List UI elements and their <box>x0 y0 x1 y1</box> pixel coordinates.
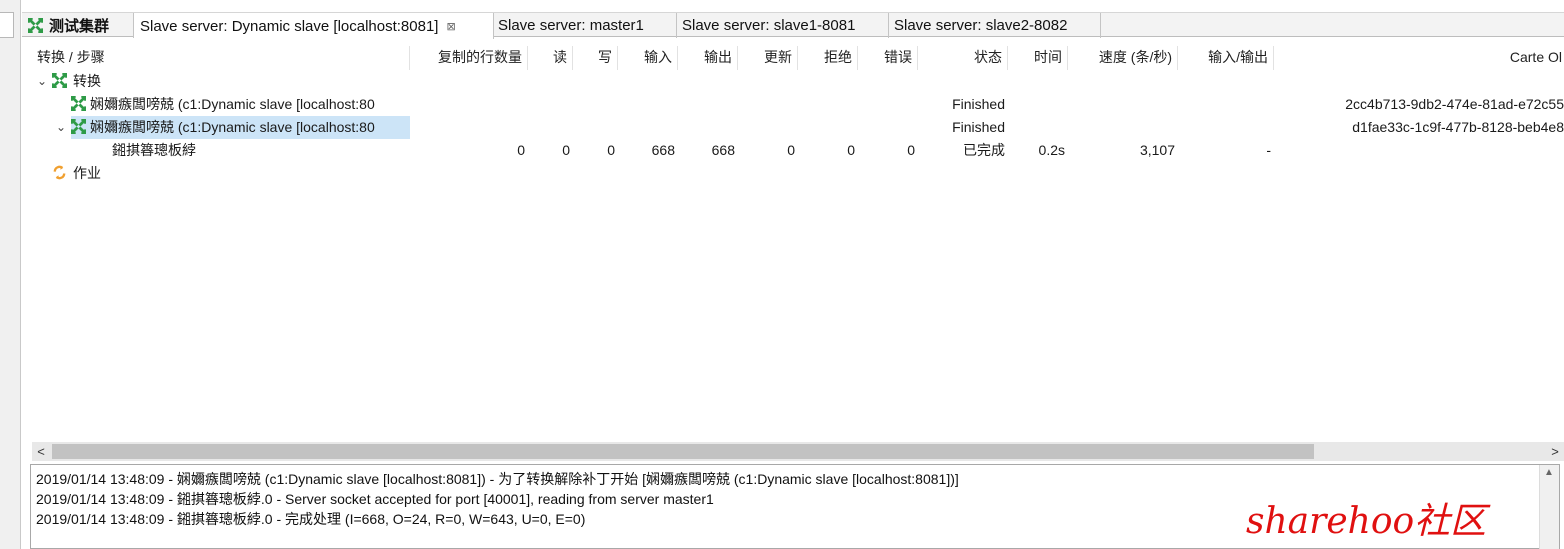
column-header-rejected[interactable]: 拒绝 <box>798 46 858 70</box>
column-header-name[interactable]: 转换 / 步骤 <box>37 46 410 70</box>
chevron-down-icon[interactable]: ⌄ <box>56 116 66 139</box>
log-line: 2019/01/14 13:48:09 - 娴嬭瘯闆嗙兢 (c1:Dynamic… <box>36 471 959 487</box>
input-cell: 668 <box>651 142 675 158</box>
carte-id-cell: d1fae33c-1c9f-477b-8128-beb4e8 <box>1352 119 1564 135</box>
tab-label: Slave server: slave1-8081 <box>682 17 856 34</box>
tree-node: 娴嬭瘯闆嗙兢 (c1:Dynamic slave [localhost:80 <box>71 93 410 116</box>
transformation-icon <box>71 95 87 112</box>
tab-slave1[interactable]: Slave server: slave1-8081 <box>677 13 889 38</box>
io-cell: - <box>1266 142 1271 158</box>
output-cell: 668 <box>711 142 735 158</box>
copies-cell: 0 <box>517 142 525 158</box>
tree-node: 转换 <box>52 70 101 93</box>
tree-row-transformation[interactable]: ⌄ 娴嬭瘯闆嗙兢 (c1:Dynamic slave [localhost:80… <box>32 116 1564 139</box>
transformation-icon <box>71 118 87 135</box>
column-header-input[interactable]: 输入 <box>618 46 678 70</box>
scrollbar-thumb[interactable] <box>52 444 1314 459</box>
step-name: 鎺掑簭璁板綍 <box>112 142 196 158</box>
column-header-copies[interactable]: 复制的行数量 <box>410 46 528 70</box>
left-panel-edge <box>0 0 21 549</box>
tab-label: Slave server: master1 <box>498 17 644 34</box>
column-header-update[interactable]: 更新 <box>738 46 798 70</box>
tab-slave2[interactable]: Slave server: slave2-8082 <box>889 13 1101 38</box>
scroll-left-icon[interactable]: < <box>32 442 50 461</box>
chevron-down-icon[interactable]: ⌄ <box>37 70 47 93</box>
time-cell: 0.2s <box>1038 142 1065 158</box>
errors-cell: 0 <box>907 142 915 158</box>
update-cell: 0 <box>787 142 795 158</box>
status-cell: Finished <box>952 119 1005 135</box>
column-header-carte[interactable]: Carte Ol <box>1274 46 1564 70</box>
column-header-time[interactable]: 时间 <box>1008 46 1068 70</box>
status-cell: 已完成 <box>963 142 1005 158</box>
log-line: 2019/01/14 13:48:09 - 鎺掑簭璁板綍.0 - Server … <box>36 491 714 507</box>
transformation-icon <box>52 72 68 89</box>
column-header-status[interactable]: 状态 <box>918 46 1008 70</box>
tab-cluster[interactable]: 测试集群 <box>22 13 134 38</box>
speed-cell: 3,107 <box>1139 142 1175 158</box>
tab-label: Slave server: Dynamic slave [localhost:8… <box>140 17 439 35</box>
tab-dynamic-slave[interactable]: Slave server: Dynamic slave [localhost:8… <box>134 13 494 39</box>
transformation-icon <box>27 17 44 34</box>
vertical-scrollbar[interactable]: ▲ <box>1539 465 1559 549</box>
column-header-output[interactable]: 输出 <box>678 46 738 70</box>
grid-header: 转换 / 步骤 复制的行数量 读 写 输入 输出 更新 拒绝 错误 状态 时间 … <box>32 46 1564 70</box>
status-cell: Finished <box>952 96 1005 112</box>
job-icon <box>52 164 67 180</box>
scroll-right-icon[interactable]: > <box>1546 442 1564 461</box>
tree-node-label: 转换 <box>73 73 101 89</box>
scroll-up-icon[interactable]: ▲ <box>1544 467 1554 478</box>
tree-row-jobs[interactable]: 作业 <box>32 162 1564 185</box>
close-icon[interactable]: ⊠ <box>446 20 455 33</box>
read-cell: 0 <box>562 142 570 158</box>
tree-node-label: 作业 <box>73 165 101 181</box>
watermark: sharehoo社区 <box>1246 501 1487 542</box>
carte-id-cell: 2cc4b713-9db2-474e-81ad-e72c55 <box>1345 96 1564 112</box>
horizontal-scrollbar[interactable]: < > <box>32 442 1564 461</box>
log-line: 2019/01/14 13:48:09 - 鎺掑簭璁板綍.0 - 完成处理 (I… <box>36 511 586 527</box>
transformation-name: 娴嬭瘯闆嗙兢 (c1:Dynamic slave [localhost:80 <box>90 119 375 135</box>
left-panel-frame <box>0 12 14 38</box>
rejected-cell: 0 <box>847 142 855 158</box>
tree-node: 作业 <box>52 162 101 185</box>
transformation-name: 娴嬭瘯闆嗙兢 (c1:Dynamic slave [localhost:80 <box>90 96 375 112</box>
column-header-errors[interactable]: 错误 <box>858 46 918 70</box>
tree-row-transformation[interactable]: 娴嬭瘯闆嗙兢 (c1:Dynamic slave [localhost:80 F… <box>32 93 1564 116</box>
column-header-read[interactable]: 读 <box>528 46 573 70</box>
tab-master1[interactable]: Slave server: master1 <box>494 13 677 38</box>
column-header-speed[interactable]: 速度 (条/秒) <box>1068 46 1178 70</box>
tree-row-step[interactable]: 鎺掑簭璁板綍 0 0 0 668 668 0 0 0 已完成 0.2s 3,10… <box>32 139 1564 162</box>
column-header-write[interactable]: 写 <box>573 46 618 70</box>
tab-label: Slave server: slave2-8082 <box>894 17 1068 34</box>
write-cell: 0 <box>607 142 615 158</box>
tab-label: 测试集群 <box>49 18 110 35</box>
tab-bar: 测试集群 Slave server: Dynamic slave [localh… <box>22 12 1564 39</box>
tree-row-transformations[interactable]: ⌄ 转换 <box>32 70 1564 93</box>
tree-node: 娴嬭瘯闆嗙兢 (c1:Dynamic slave [localhost:80 <box>71 116 410 139</box>
column-header-io[interactable]: 输入/输出 <box>1178 46 1274 70</box>
